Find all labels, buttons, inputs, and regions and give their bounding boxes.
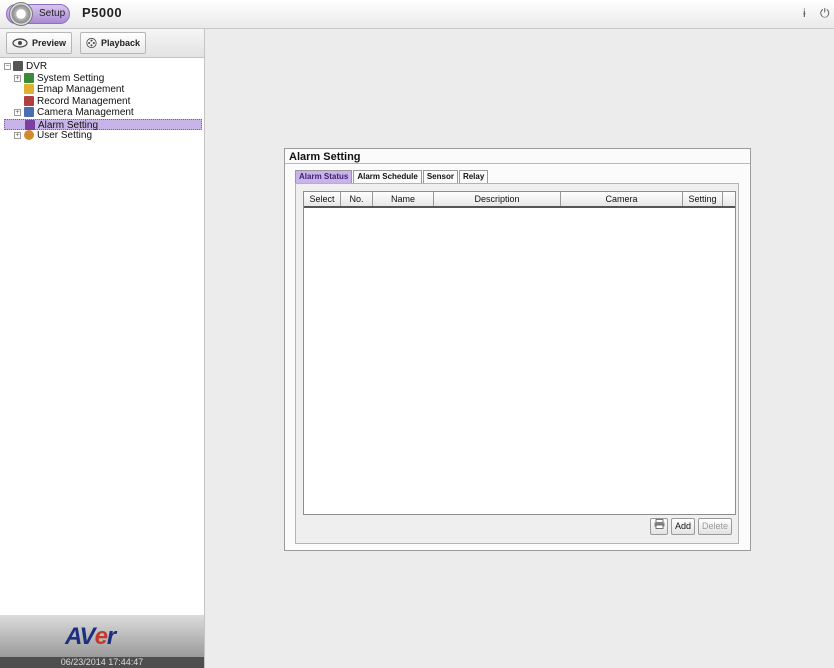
tab-alarm-status[interactable]: Alarm Status <box>295 170 353 183</box>
eye-icon <box>12 38 28 48</box>
tree-node-record-management[interactable]: Record Management <box>4 95 202 108</box>
tab-bar: Alarm Status Alarm Schedule Sensor Relay <box>295 170 489 183</box>
delete-button[interactable]: Delete <box>697 518 732 535</box>
col-name[interactable]: Name <box>373 192 434 206</box>
divider <box>285 163 750 164</box>
power-icon[interactable]: ⏻ <box>820 6 830 21</box>
preview-label: Preview <box>31 38 66 48</box>
brand-area: AVer <box>0 615 204 657</box>
tree-label: Camera Management <box>37 107 134 118</box>
table-header: Select No. Name Description Camera Setti… <box>304 192 735 208</box>
datetime: 06/23/2014 17:44:47 <box>0 657 204 668</box>
col-no[interactable]: No. <box>341 192 373 206</box>
alarm-table: Select No. Name Description Camera Setti… <box>303 191 736 515</box>
camera-icon <box>24 107 34 117</box>
tree-label: DVR <box>26 61 48 72</box>
col-camera[interactable]: Camera <box>561 192 683 206</box>
tab-sensor[interactable]: Sensor <box>422 170 458 183</box>
tree-label: System Setting <box>37 72 105 84</box>
left-pane: Preview Playback − DVR + System Setting … <box>0 29 205 668</box>
tree-node-emap-management[interactable]: Emap Management <box>4 84 202 96</box>
settings-tree: − DVR + System Setting Emap Management R… <box>4 61 202 142</box>
tab-alarm-schedule[interactable]: Alarm Schedule <box>353 170 422 183</box>
header-spacer <box>723 192 735 206</box>
col-setting[interactable]: Setting <box>683 192 723 206</box>
action-buttons: Add Delete <box>649 518 732 535</box>
map-icon <box>24 84 34 94</box>
gear-icon <box>9 2 33 26</box>
tree-node-system-setting[interactable]: + System Setting <box>4 72 202 85</box>
record-icon <box>24 95 34 106</box>
setup-button[interactable]: Setup <box>6 2 70 26</box>
col-description[interactable]: Description <box>434 192 561 206</box>
mode-bar: Preview Playback <box>0 29 204 58</box>
tree-node-camera-management[interactable]: + Camera Management <box>4 107 202 119</box>
aver-logo: AVer <box>65 623 116 650</box>
tab-content: Select No. Name Description Camera Setti… <box>295 183 739 544</box>
print-button[interactable] <box>649 518 668 535</box>
preview-button[interactable]: Preview <box>6 32 72 54</box>
panel-title: Alarm Setting <box>289 151 361 163</box>
info-icon[interactable]: ɨ <box>803 6 806 20</box>
col-select[interactable]: Select <box>304 192 341 206</box>
tree-node-dvr[interactable]: − DVR <box>4 61 202 73</box>
top-bar: Setup P5000 ɨ ⏻ <box>0 0 834 29</box>
playback-button[interactable]: Playback <box>80 32 146 54</box>
film-reel-icon <box>86 37 97 49</box>
setup-label: Setup <box>39 8 66 19</box>
printer-icon <box>654 519 665 529</box>
model-name: P5000 <box>82 5 123 20</box>
tab-relay[interactable]: Relay <box>458 170 489 183</box>
monitor-icon <box>24 72 34 83</box>
tree-label: Record Management <box>37 95 131 107</box>
collapse-icon[interactable]: − <box>4 63 11 70</box>
dvr-icon <box>13 61 23 71</box>
alarm-icon <box>25 119 35 130</box>
expand-icon[interactable]: + <box>14 132 21 139</box>
tree-node-user-setting[interactable]: + User Setting <box>4 130 202 142</box>
expand-icon[interactable]: + <box>14 109 21 116</box>
add-button[interactable]: Add <box>670 518 695 535</box>
alarm-setting-panel: Alarm Setting Alarm Status Alarm Schedul… <box>284 148 751 551</box>
tree-label: User Setting <box>37 130 93 141</box>
tree-node-alarm-setting[interactable]: Alarm Setting <box>4 118 202 131</box>
expand-icon[interactable]: + <box>14 74 21 82</box>
users-icon <box>24 130 34 140</box>
playback-label: Playback <box>100 38 140 48</box>
tree-label: Emap Management <box>37 84 125 95</box>
